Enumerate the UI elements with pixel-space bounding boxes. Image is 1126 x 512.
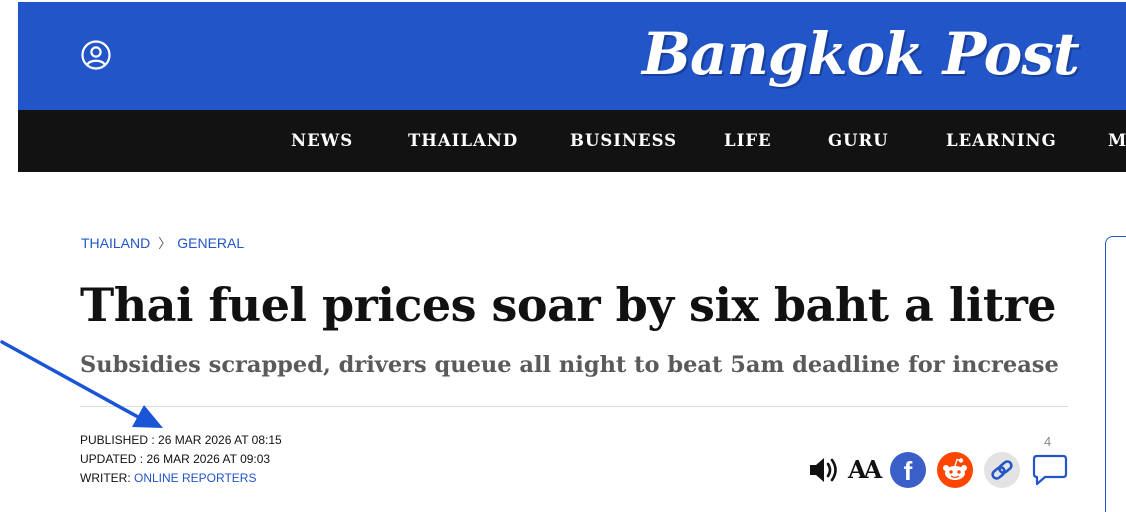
updated-date: 26 MAR 2026 AT 09:03 <box>146 452 271 466</box>
facebook-icon: f <box>903 456 913 486</box>
nav-item-thailand[interactable]: THAILAND <box>408 110 518 172</box>
listen-button[interactable] <box>808 455 840 485</box>
breadcrumb: THAILAND 〉 GENERAL <box>81 233 244 252</box>
speaker-icon <box>810 458 837 482</box>
copy-link-button[interactable] <box>984 452 1020 488</box>
writer-label: WRITER: <box>80 471 134 485</box>
font-size-button[interactable]: AA <box>848 455 884 485</box>
main-nav: NEWS THAILAND BUSINESS LIFE GURU LEARNIN… <box>18 110 1126 172</box>
annotation-arrow-icon <box>0 340 163 428</box>
link-icon <box>984 452 1020 488</box>
article-headline: Thai fuel prices soar by six baht a litr… <box>80 278 1057 332</box>
writer-line: WRITER: ONLINE REPORTERS <box>80 470 256 486</box>
published-label: PUBLISHED : <box>80 433 159 447</box>
breadcrumb-general[interactable]: GENERAL <box>177 235 244 251</box>
nav-item-learning[interactable]: LEARNING <box>946 110 1057 172</box>
published-line: PUBLISHED : 26 MAR 2026 AT 08:15 <box>80 432 282 448</box>
writer-link[interactable]: ONLINE REPORTERS <box>134 471 256 485</box>
breadcrumb-separator: 〉 <box>158 236 172 251</box>
reddit-share-button[interactable] <box>937 452 973 488</box>
updated-label: UPDATED : <box>80 452 147 466</box>
comment-count: 4 <box>1044 434 1052 449</box>
comment-icon <box>1032 454 1068 486</box>
nav-item-business[interactable]: BUSINESS <box>570 110 677 172</box>
nav-item-life[interactable]: LIFE <box>724 110 772 172</box>
breadcrumb-thailand[interactable]: THAILAND <box>81 235 150 251</box>
masthead: Bangkok Post <box>18 2 1126 110</box>
nav-item-news[interactable]: NEWS <box>291 110 353 172</box>
divider <box>80 406 1068 407</box>
facebook-share-button[interactable]: f <box>890 452 926 488</box>
nav-item-more[interactable]: M <box>1108 110 1126 172</box>
user-account-button[interactable] <box>80 39 112 71</box>
published-date: 26 MAR 2026 AT 08:15 <box>158 433 282 447</box>
reddit-icon <box>937 452 973 488</box>
updated-line: UPDATED : 26 MAR 2026 AT 09:03 <box>80 451 270 467</box>
user-circle-icon <box>81 40 111 70</box>
article-subheadline: Subsidies scrapped, drivers queue all ni… <box>80 352 1059 378</box>
site-logo[interactable]: Bangkok Post <box>642 14 1080 94</box>
comments-button[interactable] <box>1032 453 1068 487</box>
nav-item-guru[interactable]: GURU <box>828 110 889 172</box>
font-size-label: AA <box>848 455 882 484</box>
side-panel <box>1105 236 1126 512</box>
